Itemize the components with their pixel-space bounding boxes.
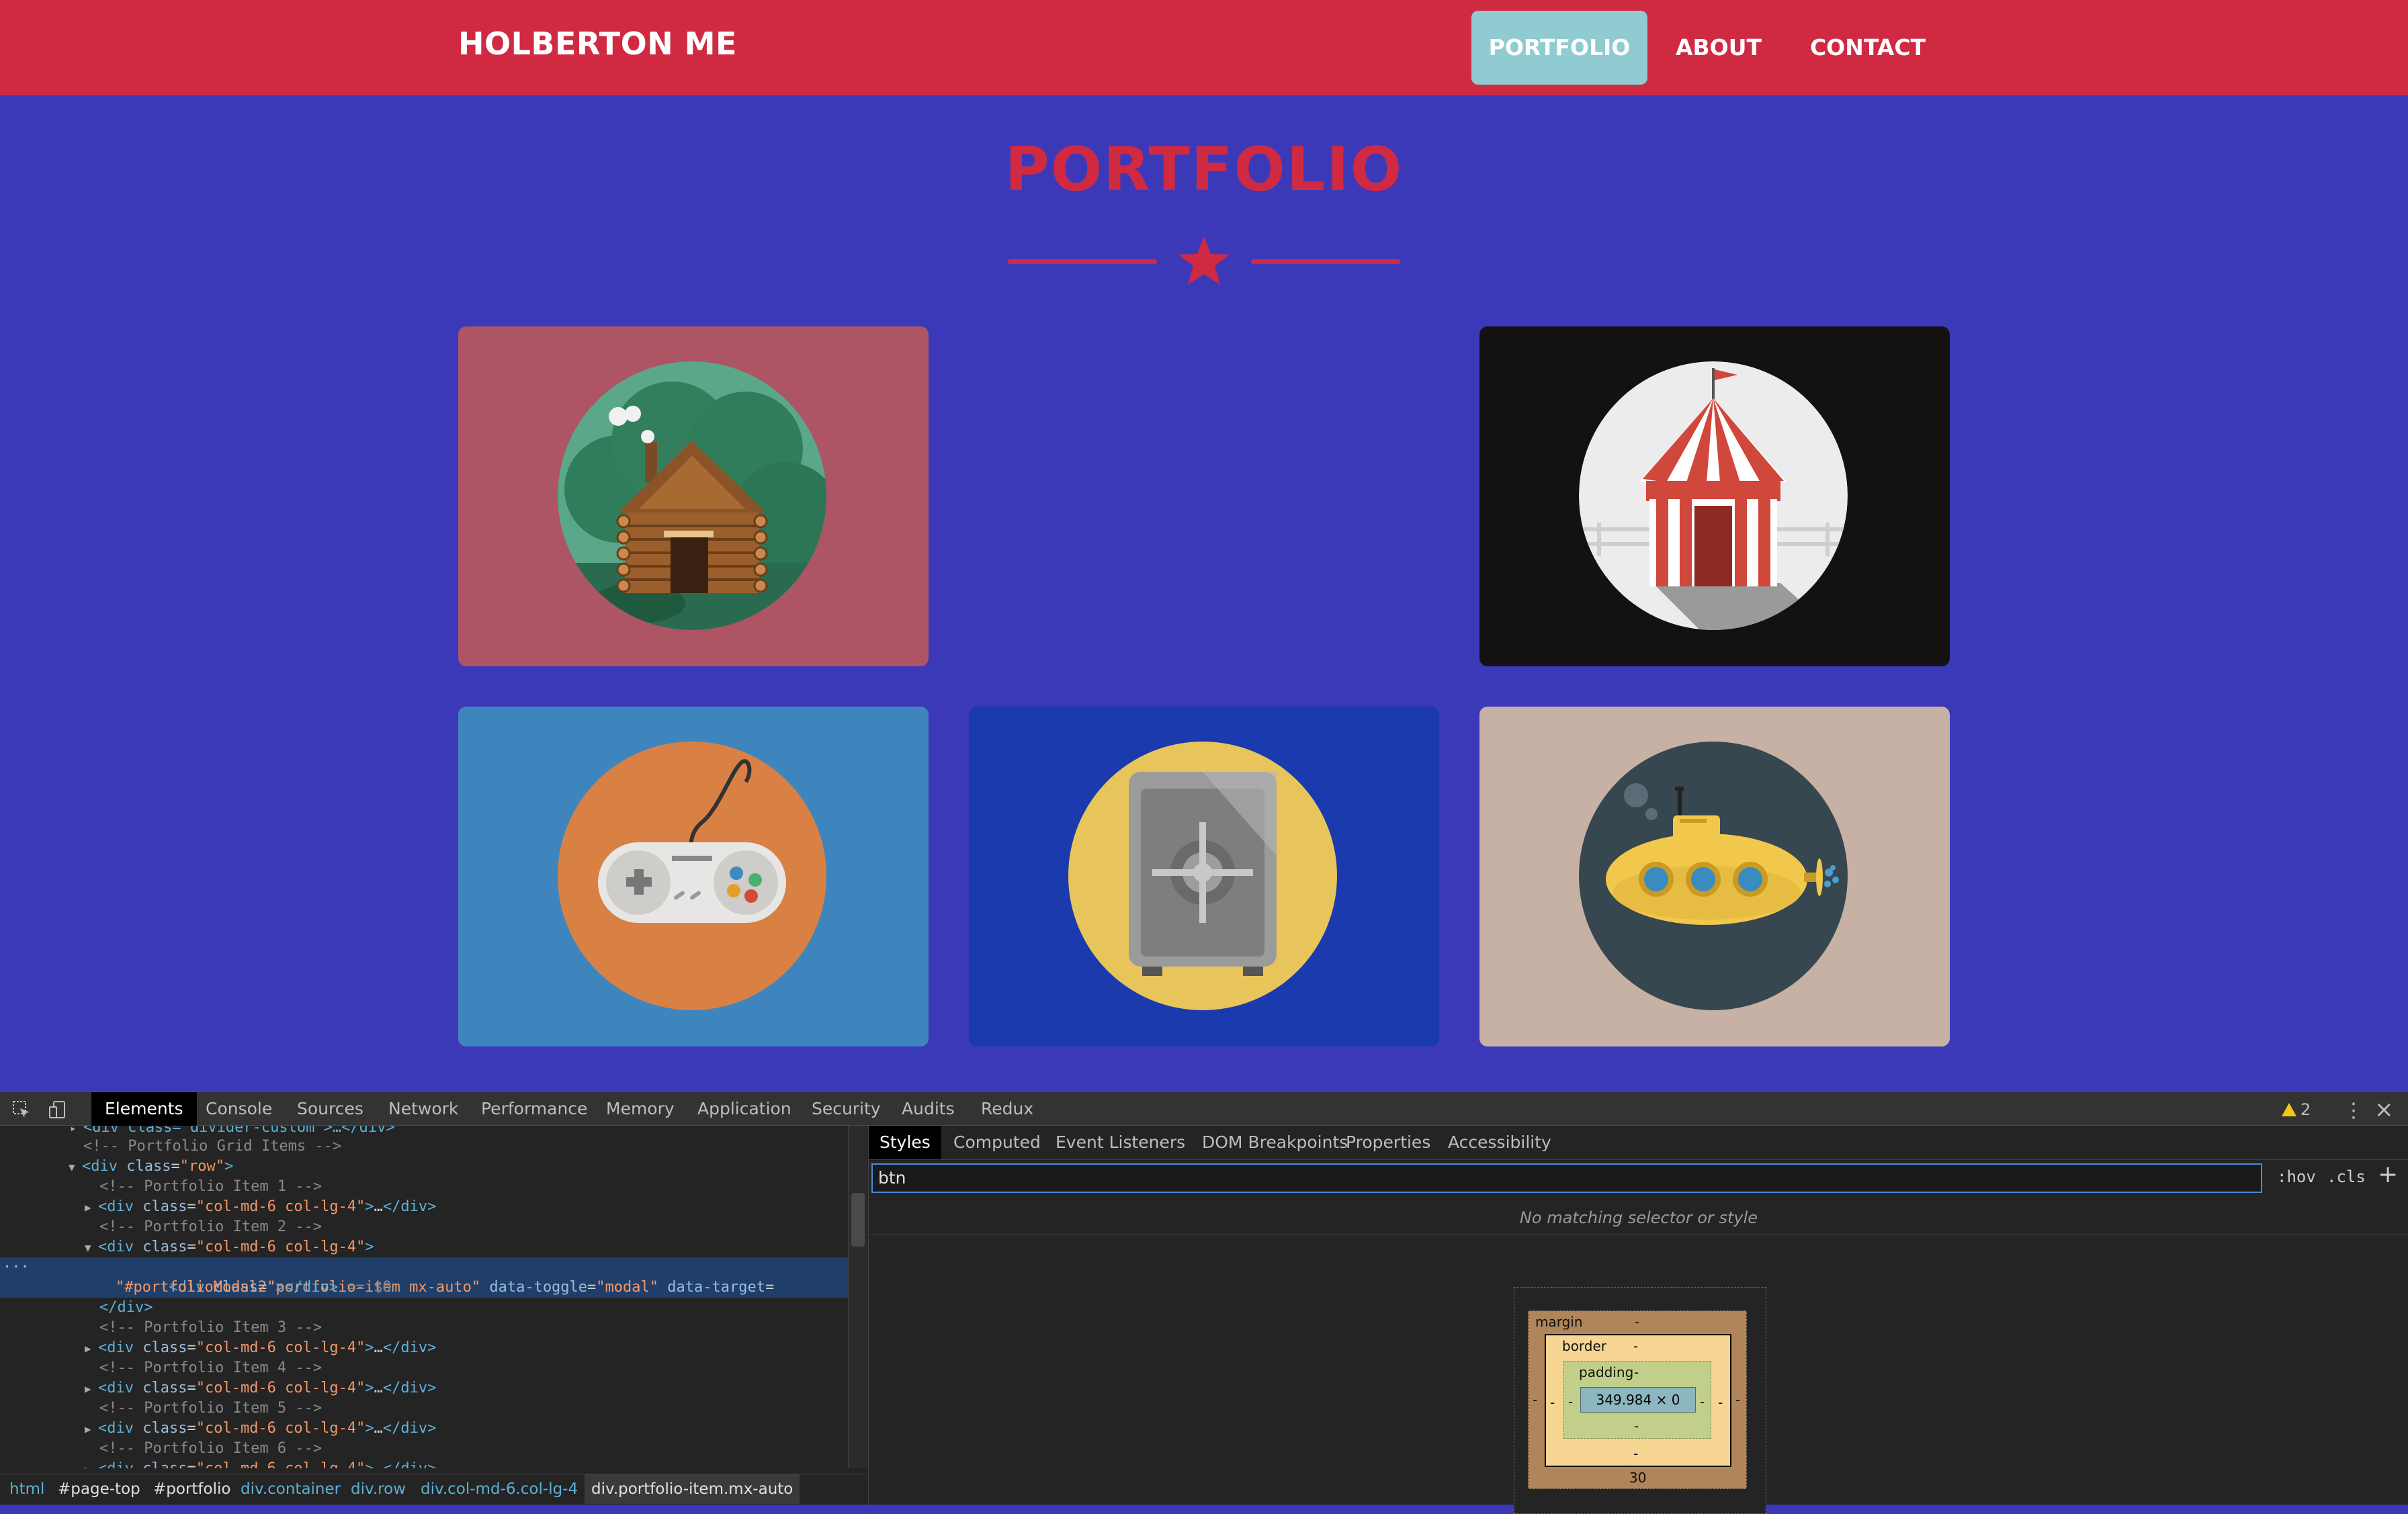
box-model: margin - - - 30 border - - - - padding -… [1514, 1287, 1766, 1514]
dom-line-col[interactable]: ▶<div class="col-md-6 col-lg-4">…</div> [0, 1378, 848, 1398]
tab-redux[interactable]: Redux [968, 1092, 1047, 1126]
dom-comment[interactable]: <!-- Portfolio Item 2 --> [0, 1217, 848, 1237]
dom-scrollbar[interactable] [848, 1126, 867, 1468]
crumb-col[interactable]: div.col-md-6.col-lg-4 [414, 1474, 585, 1504]
tab-elements[interactable]: Elements [91, 1092, 197, 1126]
dom-line-col[interactable]: ▶<div class="col-md-6 col-lg-4">…</div> [0, 1459, 848, 1468]
more-options-icon[interactable]: ⋮ [2344, 1099, 2364, 1122]
close-devtools-icon[interactable]: × [2374, 1096, 2394, 1123]
tab-dom-breakpoints[interactable]: DOM Breakpoints [1191, 1126, 1359, 1159]
padding-top-value: - [1634, 1364, 1639, 1380]
divider-line-right [1251, 259, 1400, 264]
margin-left-value: - [1533, 1392, 1538, 1408]
box-model-content[interactable]: 349.984 × 0 [1580, 1387, 1696, 1413]
dom-comment[interactable]: <!-- Portfolio Item 1 --> [0, 1177, 848, 1197]
margin-label: margin [1535, 1314, 1583, 1330]
border-left-value: - [1550, 1394, 1555, 1411]
nav-link-about[interactable]: ABOUT [1665, 11, 1772, 85]
log-cabin-icon [558, 361, 826, 630]
dom-line-selected-cont[interactable]: "#portfolioModal2"></div> == $0 [0, 1278, 848, 1298]
warning-count: 2 [2300, 1100, 2311, 1119]
margin-top-value: - [1635, 1314, 1640, 1330]
dom-comment[interactable]: <!-- Portfolio Grid Items --> [0, 1137, 848, 1157]
safe-icon [1068, 742, 1337, 1010]
padding-left-value: - [1568, 1394, 1574, 1410]
dom-comment[interactable]: <!-- Portfolio Item 6 --> [0, 1439, 848, 1459]
dom-line-col[interactable]: ▶<div class="col-md-6 col-lg-4">…</div> [0, 1338, 848, 1358]
portfolio-item-cabin[interactable] [458, 326, 929, 666]
dom-comment[interactable]: <!-- Portfolio Item 4 --> [0, 1358, 848, 1378]
tab-performance[interactable]: Performance [468, 1092, 601, 1126]
tab-network[interactable]: Network [375, 1092, 472, 1126]
cls-toggle[interactable]: .cls [2327, 1167, 2366, 1186]
tab-sources[interactable]: Sources [284, 1092, 377, 1126]
more-icon[interactable]: ··· [3, 1257, 30, 1278]
crumb-portfolio[interactable]: #portfolio [146, 1474, 237, 1504]
tab-accessibility[interactable]: Accessibility [1437, 1126, 1562, 1159]
device-toolbar-icon[interactable] [48, 1100, 67, 1119]
tab-security[interactable]: Security [798, 1092, 894, 1126]
dom-line-col[interactable]: ▶<div class="col-md-6 col-lg-4">…</div> [0, 1419, 848, 1439]
styles-panel: Styles Computed Event Listeners DOM Brea… [868, 1126, 2408, 1514]
tab-audits[interactable]: Audits [888, 1092, 968, 1126]
tab-styles[interactable]: Styles [869, 1126, 941, 1159]
tab-memory[interactable]: Memory [593, 1092, 688, 1126]
brand-logo[interactable]: HOLBERTON ME [458, 26, 737, 62]
dom-line-col[interactable]: ▶<div class="col-md-6 col-lg-4">…</div> [0, 1197, 848, 1217]
tab-application[interactable]: Application [684, 1092, 805, 1126]
border-top-value: - [1633, 1338, 1639, 1354]
dom-comment[interactable]: <!-- Portfolio Item 5 --> [0, 1398, 848, 1419]
border-bottom-value: - [1633, 1445, 1639, 1462]
divider-line-left [1008, 259, 1157, 264]
submarine-icon [1579, 742, 1848, 1010]
border-label: border [1562, 1338, 1607, 1354]
crumb-page-top[interactable]: #page-top [51, 1474, 147, 1504]
border-right-value: - [1718, 1394, 1723, 1411]
dom-comment[interactable]: <!-- Portfolio Item 3 --> [0, 1318, 848, 1338]
navbar: HOLBERTON ME PORTFOLIO ABOUT CONTACT [0, 0, 2408, 95]
box-model-border[interactable]: border - - - - padding - - - - 349.984 ×… [1545, 1334, 1731, 1467]
warnings-badge[interactable]: 2 [2282, 1100, 2311, 1119]
scrollbar-thumb[interactable] [851, 1193, 865, 1247]
box-model-padding[interactable]: padding - - - - 349.984 × 0 [1563, 1361, 1711, 1439]
nav-link-contact[interactable]: CONTACT [1795, 11, 1940, 85]
crumb-row[interactable]: div.row [344, 1474, 413, 1504]
padding-bottom-value: - [1634, 1418, 1639, 1434]
crumb-portfolio-item[interactable]: div.portfolio-item.mx-auto [585, 1474, 800, 1504]
tab-properties[interactable]: Properties [1335, 1126, 1441, 1159]
margin-right-value: - [1735, 1392, 1741, 1408]
add-style-rule-button[interactable]: + [2378, 1161, 2398, 1188]
warning-icon [2282, 1103, 2296, 1116]
box-model-margin[interactable]: margin - - - 30 border - - - - padding -… [1528, 1310, 1747, 1489]
circus-tent-icon [1579, 361, 1848, 630]
styles-filter-input[interactable]: btn [871, 1163, 2262, 1193]
portfolio-item-game[interactable] [458, 707, 929, 1047]
dom-line-col-open[interactable]: ▼ <div class="col-md-6 col-lg-4"> [0, 1237, 848, 1257]
nav-link-portfolio[interactable]: PORTFOLIO [1471, 11, 1647, 85]
padding-label: padding [1579, 1364, 1634, 1380]
hov-toggle[interactable]: :hov [2277, 1167, 2316, 1186]
no-match-message: No matching selector or style [869, 1201, 2408, 1235]
inspect-element-icon[interactable] [12, 1100, 31, 1119]
tab-event-listeners[interactable]: Event Listeners [1045, 1126, 1196, 1159]
crumb-container[interactable]: div.container [234, 1474, 347, 1504]
crumb-html[interactable]: html [3, 1474, 51, 1504]
star-icon [1178, 236, 1230, 285]
dom-tree: ▸ <div class="divider-custom">…</div> <!-… [0, 1126, 848, 1468]
dom-line-close[interactable]: </div> [0, 1298, 848, 1318]
portfolio-item-submarine[interactable] [1479, 707, 1950, 1047]
margin-bottom-value: 30 [1629, 1470, 1647, 1486]
breadcrumb: html #page-top #portfolio div.container … [0, 1474, 867, 1505]
dom-line-row[interactable]: ▼ <div class="row"> [0, 1157, 848, 1177]
styles-tabbar: Styles Computed Event Listeners DOM Brea… [869, 1126, 2408, 1160]
padding-right-value: - [1700, 1394, 1705, 1410]
portfolio-item-safe[interactable] [969, 707, 1439, 1047]
portfolio-heading: PORTFOLIO [1004, 134, 1404, 205]
portfolio-item-circus[interactable] [1479, 326, 1950, 666]
game-controller-icon [558, 742, 826, 1010]
tab-console[interactable]: Console [192, 1092, 286, 1126]
devtools-panel: Elements Console Sources Network Perform… [0, 1091, 2408, 1514]
devtools-tabbar: Elements Console Sources Network Perform… [0, 1091, 2408, 1126]
tab-computed[interactable]: Computed [943, 1126, 1051, 1159]
